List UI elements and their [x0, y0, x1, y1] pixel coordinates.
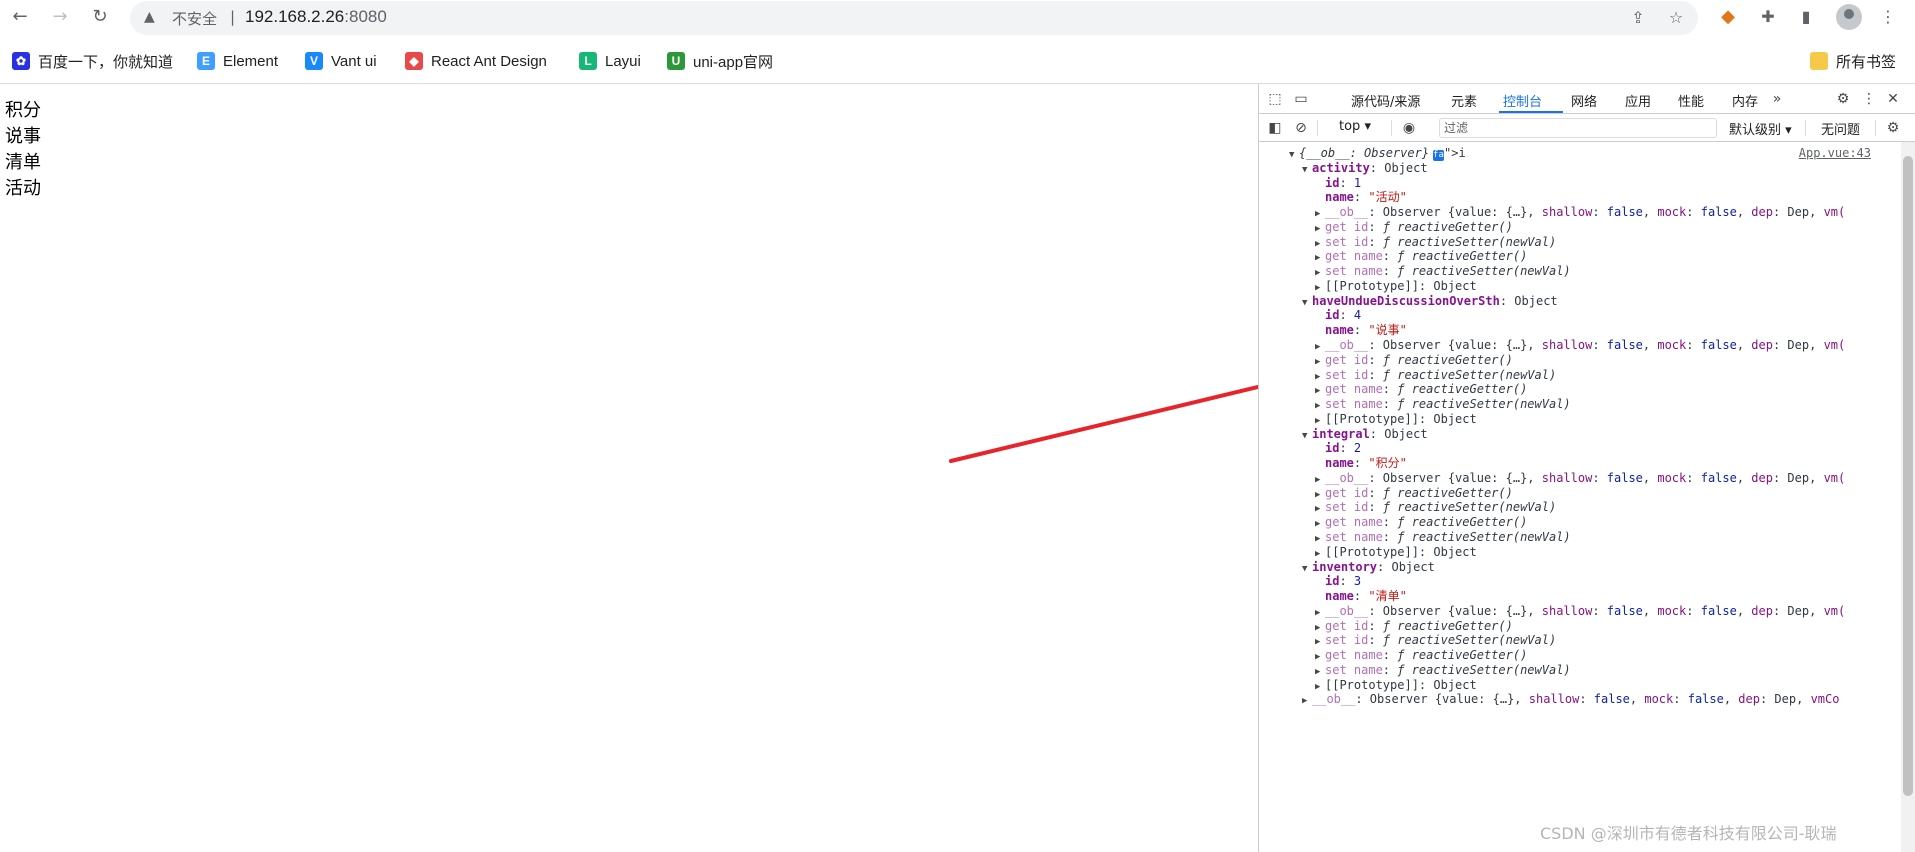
active-tab-indicator: [1499, 111, 1563, 113]
tab-sources[interactable]: 源代码/来源: [1351, 91, 1420, 110]
bookmark-label: Vant ui: [331, 52, 377, 70]
bookmark-vant[interactable]: V Vant ui: [305, 50, 377, 72]
scroll-thumb[interactable]: [1903, 156, 1913, 796]
expanded-triangle-icon[interactable]: ▼: [1302, 294, 1312, 312]
profile-avatar[interactable]: [1836, 4, 1862, 30]
uniapp-icon: U: [667, 52, 685, 70]
caret-down-icon: ▾: [1785, 123, 1792, 138]
url-host: 192.168.2.26: [245, 7, 345, 26]
toolbar-separator: [1317, 120, 1318, 136]
filter-input[interactable]: 过滤: [1439, 118, 1717, 138]
all-bookmarks[interactable]: 所有书签: [1810, 50, 1896, 72]
back-arrow-icon[interactable]: ←: [8, 5, 32, 29]
context-label: top: [1339, 119, 1361, 134]
kebab-menu-icon[interactable]: ⋮: [1876, 5, 1900, 29]
console-toolbar: ◧ ⊘ top ▾ ◉ 过滤 默认级别 ▾ 无问题 ⚙: [1259, 114, 1915, 142]
devtools-tab-bar: ⬚ ▭ 源代码/来源 元素 控制台 网络 应用 性能 内存 » ⚙ ⋮ ✕: [1259, 84, 1915, 114]
info-icon: false: [1433, 150, 1461, 161]
clear-console-icon[interactable]: ⊘: [1291, 118, 1311, 138]
baidu-paw-icon: ✿: [12, 52, 30, 70]
side-panel-icon[interactable]: ▮: [1794, 5, 1818, 29]
issues-button[interactable]: 无问题: [1821, 119, 1860, 138]
forward-arrow-icon[interactable]: →: [48, 5, 72, 29]
layui-icon: L: [579, 52, 597, 70]
url-text[interactable]: 192.168.2.26:8080: [245, 7, 387, 27]
more-tabs-chevron-icon[interactable]: »: [1767, 89, 1787, 109]
bookmarks-bar: ✿ 百度一下，你就知道 E Element V Vant ui ◆ React …: [0, 44, 1915, 80]
reload-icon[interactable]: ↻: [88, 5, 112, 29]
expanded-triangle-icon[interactable]: ▼: [1302, 161, 1312, 179]
console-scrollbar[interactable]: [1901, 142, 1915, 852]
tab-memory[interactable]: 内存: [1732, 91, 1758, 110]
bookmark-label: 百度一下，你就知道: [38, 53, 174, 71]
toolbar-separator: [1805, 120, 1806, 136]
bookmark-baidu[interactable]: ✿ 百度一下，你就知道: [12, 50, 173, 72]
eye-icon[interactable]: ◉: [1399, 118, 1419, 138]
toolbar-separator: [1875, 120, 1876, 136]
toolbar-separator: [1391, 120, 1392, 136]
share-icon[interactable]: ⇪: [1627, 7, 1649, 29]
bookmark-label: uni-app官网: [693, 53, 774, 71]
bookmark-label: Element: [223, 52, 279, 70]
tab-console[interactable]: 控制台: [1503, 91, 1542, 110]
vant-icon: V: [305, 52, 323, 70]
red-annotation-arrow: [949, 384, 1258, 463]
console-output: App.vue:43 ▼ {__ob__: Observer} false">i ▼ a…: [1259, 142, 1915, 852]
context-selector[interactable]: top ▾: [1339, 119, 1371, 134]
caret-down-icon: ▾: [1364, 119, 1371, 134]
console-property-row[interactable]: ▶ __ob__: Observer {value: {…}, shallow: …: [1302, 690, 1839, 708]
expanded-triangle-icon[interactable]: ▼: [1302, 560, 1312, 578]
all-bookmarks-label: 所有书签: [1836, 53, 1897, 71]
log-level-label: 默认级别: [1729, 123, 1782, 138]
url-port: :8080: [344, 7, 387, 26]
console-settings-gear-icon[interactable]: ⚙: [1883, 118, 1903, 138]
csdn-watermark: CSDN @深圳市有德者科技有限公司-耿瑞: [1540, 824, 1837, 843]
bookmark-label: Layui: [605, 52, 641, 70]
close-icon[interactable]: ✕: [1883, 89, 1903, 109]
metamask-fox-icon[interactable]: ◆: [1716, 5, 1740, 29]
tab-network[interactable]: 网络: [1571, 91, 1597, 110]
inspect-element-icon[interactable]: ⬚: [1265, 89, 1285, 109]
device-toolbar-icon[interactable]: ▭: [1291, 89, 1311, 109]
bookmark-layui[interactable]: L Layui: [579, 50, 641, 72]
settings-gear-icon[interactable]: ⚙: [1833, 89, 1853, 109]
tab-application[interactable]: 应用: [1625, 91, 1651, 110]
warning-triangle-icon[interactable]: ▲: [144, 9, 155, 25]
devtools-panel: ⬚ ▭ 源代码/来源 元素 控制台 网络 应用 性能 内存 » ⚙ ⋮ ✕ ◧ …: [1258, 84, 1915, 852]
extensions-puzzle-icon[interactable]: ✚: [1756, 5, 1780, 29]
element-icon: E: [197, 52, 215, 70]
sidebar-toggle-icon[interactable]: ◧: [1265, 118, 1285, 138]
ant-design-icon: ◆: [405, 52, 423, 70]
bookmark-element[interactable]: E Element: [197, 50, 278, 72]
expanded-triangle-icon[interactable]: ▼: [1302, 427, 1312, 445]
tab-elements[interactable]: 元素: [1451, 91, 1477, 110]
bookmark-label: React Ant Design: [431, 52, 547, 70]
tab-performance[interactable]: 性能: [1678, 91, 1704, 110]
bookmark-uniapp[interactable]: U uni-app官网: [667, 50, 773, 72]
address-bar[interactable]: ▲ 不安全 | 192.168.2.26:8080 ⇪ ☆: [130, 1, 1698, 35]
insecure-label[interactable]: 不安全: [172, 8, 217, 29]
expanded-triangle-icon[interactable]: ▼: [1289, 146, 1299, 164]
log-level-selector[interactable]: 默认级别 ▾: [1729, 119, 1792, 138]
bookmark-ant-design[interactable]: ◆ React Ant Design: [405, 50, 547, 72]
collapsed-triangle-icon[interactable]: ▶: [1302, 692, 1312, 710]
source-link[interactable]: App.vue:43: [1799, 146, 1871, 160]
bookmark-star-icon[interactable]: ☆: [1665, 7, 1687, 29]
devtools-menu-icon[interactable]: ⋮: [1859, 89, 1879, 109]
browser-toolbar: ← → ↻ ▲ 不安全 | 192.168.2.26:8080 ⇪ ☆ ◆ ✚ …: [0, 0, 1915, 35]
url-separator: |: [230, 8, 236, 26]
page-content: 积分 说事 清单 活动: [0, 84, 1258, 852]
folder-icon: [1810, 52, 1828, 70]
